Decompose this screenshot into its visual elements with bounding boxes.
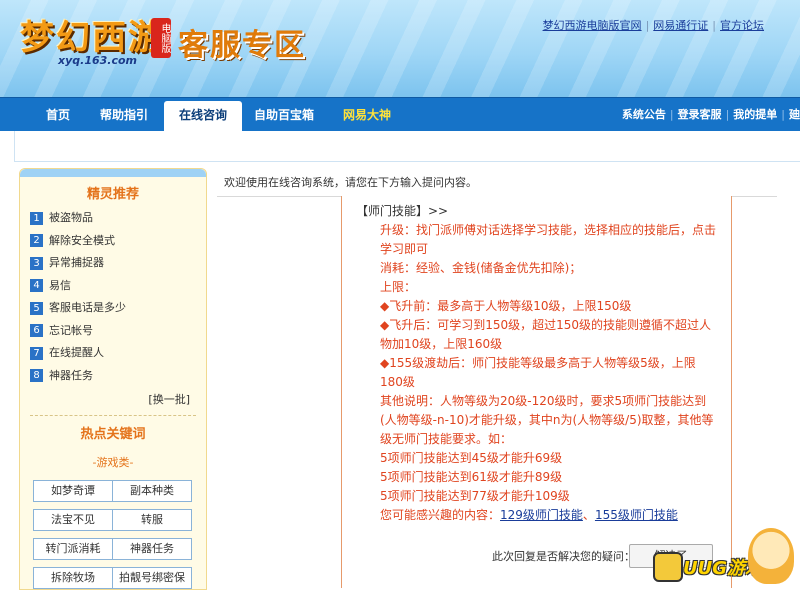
item-label: 易信 xyxy=(49,278,71,292)
item-number: 2 xyxy=(30,234,43,247)
left-margin xyxy=(0,131,14,588)
separator: | xyxy=(712,19,716,32)
official-site-link[interactable]: 梦幻西游电脑版官网 xyxy=(543,19,642,32)
recommend-item[interactable]: 7 在线提醒人 xyxy=(30,342,200,365)
answer-line: ◆155级渡劫后：师门技能等级最多高于人物等级5级，上限180级 xyxy=(380,356,696,389)
recommend-item[interactable]: 6 忘记帐号 xyxy=(30,320,200,343)
separator: | xyxy=(669,108,674,121)
keyword-button[interactable]: 拆除牧场 xyxy=(33,567,113,589)
answer-line: 5项师门技能达到45级才能升69级 xyxy=(380,451,563,465)
logo-url: xyq.163.com xyxy=(58,54,137,67)
keyword-button[interactable]: 转服 xyxy=(112,509,192,531)
keyword-button[interactable]: 如梦奇谭 xyxy=(33,480,113,502)
related-link[interactable]: 129级师门技能 xyxy=(500,508,583,522)
item-label: 忘记帐号 xyxy=(49,323,93,337)
logo-badge: 电脑版 xyxy=(151,18,171,58)
keyword-category: -游戏类- xyxy=(92,456,134,469)
recommend-title: 精灵推荐 xyxy=(86,187,139,202)
answer-line: 升级：找门派师傅对话选择学习技能，选择相应的技能后，点击学习即可 xyxy=(380,223,717,256)
hot-keywords-title: 热点关键词 xyxy=(80,427,146,442)
item-number: 8 xyxy=(30,369,43,382)
passport-link[interactable]: 网易通行证 xyxy=(653,19,708,32)
answer-line: ◆飞升前：最多高于人物等级10级，上限150级 xyxy=(380,299,632,313)
my-tickets-link[interactable]: 我的提单 xyxy=(733,108,777,121)
item-number: 1 xyxy=(30,211,43,225)
item-label: 神器任务 xyxy=(49,368,93,382)
keyword-button[interactable]: 神器任务 xyxy=(112,538,192,560)
related-link[interactable]: 155级师门技能 xyxy=(595,508,678,522)
top-links: 梦幻西游电脑版官网 | 网易通行证 | 官方论坛 xyxy=(543,17,764,33)
sidebar-top-border xyxy=(20,169,206,177)
sub-bar xyxy=(14,131,800,162)
answer-line: 消耗：经验、金钱(储备金优先扣除)； xyxy=(380,261,582,275)
separator: | xyxy=(725,108,730,121)
related-content: 您可能感兴趣的内容：129级师门技能、155级师门技能 xyxy=(380,508,678,522)
item-number: 3 xyxy=(30,256,43,270)
tab-help[interactable]: 帮助指引 xyxy=(92,98,156,132)
game-logo[interactable]: 梦幻西游 电脑版 xyq.163.com xyxy=(20,10,171,68)
item-number: 7 xyxy=(30,346,43,360)
divider xyxy=(30,415,196,416)
login-service-link[interactable]: 登录客服 xyxy=(678,108,722,121)
item-label: 异常捕捉器 xyxy=(49,256,104,269)
keyword-button[interactable]: 转门派消耗 xyxy=(33,538,113,560)
switch-batch-button[interactable]: [换一批] xyxy=(148,391,190,407)
feedback-question: 此次回复是否解决您的疑问： xyxy=(492,550,635,563)
answer-title: 【师门技能】>> xyxy=(356,204,449,218)
item-label: 被盗物品 xyxy=(49,211,93,224)
item-number: 5 xyxy=(30,301,43,315)
keyword-button[interactable]: 法宝不见 xyxy=(33,509,113,531)
recommend-item[interactable]: 4 易信 xyxy=(30,275,200,298)
zone-title: 客服专区 xyxy=(178,28,306,63)
recommend-item[interactable]: 5 客服电话是多少 xyxy=(30,297,200,320)
answer-body: 【师门技能】>> 升级：找门派师傅对话选择学习技能，选择相应的技能后，点击学习即… xyxy=(356,202,718,525)
recommend-item[interactable]: 3 异常捕捉器 xyxy=(30,252,200,275)
answer-line: 5项师门技能达到61级才能升89级 xyxy=(380,470,563,484)
answer-line: 上限： xyxy=(380,280,417,294)
item-label: 解除安全模式 xyxy=(49,233,115,247)
tab-home[interactable]: 首页 xyxy=(32,98,84,132)
item-label: 在线提醒人 xyxy=(49,346,104,359)
tab-online-consult[interactable]: 在线咨询 xyxy=(164,101,242,132)
related-label: 您可能感兴趣的内容： xyxy=(380,508,501,522)
truncated-link[interactable]: 廸 xyxy=(789,108,800,121)
answer-panel: 【师门技能】>> 升级：找门派师傅对话选择学习技能，选择相应的技能后，点击学习即… xyxy=(341,196,732,588)
nav-right-links: 系统公告 | 登录客服 | 我的提单 | 廸 xyxy=(622,98,800,132)
recommend-item[interactable]: 1 被盗物品 xyxy=(30,207,200,230)
answer-line: 其他说明：人物等级为20级-120级时，要求5项师门技能达到(人物等级-n-10… xyxy=(380,394,714,446)
tab-netease-dashen[interactable]: 网易大神 xyxy=(332,98,402,132)
item-number: 4 xyxy=(30,279,43,292)
keyword-button[interactable]: 拍靓号绑密保 xyxy=(112,567,192,589)
item-number: 6 xyxy=(30,324,43,337)
recommend-item[interactable]: 8 神器任务 xyxy=(30,365,200,388)
recommend-list: 1 被盗物品 2 解除安全模式 3 异常捕捉器 4 易信 5 客服电话是多少 6 忘记帐号 … xyxy=(30,207,200,387)
page-header: 梦幻西游 电脑版 xyq.163.com 客服专区 梦幻西游电脑版官网 | 网易通行… xyxy=(0,0,800,97)
tab-self-service[interactable]: 自助百宝箱 xyxy=(248,98,320,132)
mascot-image xyxy=(748,528,794,584)
item-label: 客服电话是多少 xyxy=(49,301,126,314)
forum-link[interactable]: 官方论坛 xyxy=(720,19,764,32)
logo-text: 梦幻西游 xyxy=(20,18,164,58)
system-notice-link[interactable]: 系统公告 xyxy=(622,108,666,121)
separator: | xyxy=(781,108,785,121)
answer-line: 5项师门技能达到77级才能升109级 xyxy=(380,489,570,503)
separator: | xyxy=(645,19,650,32)
welcome-message: 欢迎使用在线咨询系统，请您在下方输入提问内容。 xyxy=(224,176,477,189)
keyword-button[interactable]: 副本种类 xyxy=(112,480,192,502)
sidebar: 精灵推荐 1 被盗物品 2 解除安全模式 3 异常捕捉器 4 易信 5 客服电话是多少 6… xyxy=(19,168,207,590)
answer-line: ◆飞升后：可学习到150级，超过150级的技能则遵循不超过人物加10级，上限16… xyxy=(380,318,712,351)
recommend-item[interactable]: 2 解除安全模式 xyxy=(30,230,200,253)
main-nav: 首页 帮助指引 在线咨询 自助百宝箱 网易大神 系统公告 | 登录客服 | 我的提单 | 廸 xyxy=(0,97,800,132)
watermark-icon xyxy=(653,552,683,582)
